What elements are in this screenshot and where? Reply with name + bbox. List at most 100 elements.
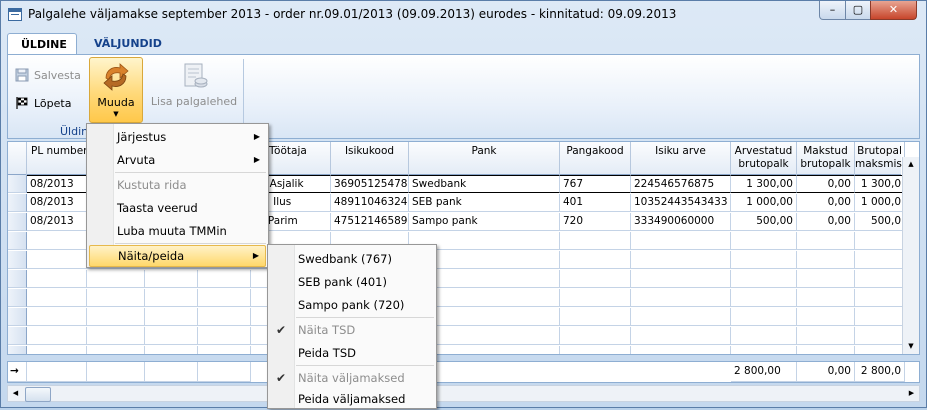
cell-account[interactable] (631, 346, 731, 354)
header-gross-payment[interactable]: Brutopal maksmise (855, 142, 905, 175)
cell-col3[interactable] (145, 346, 198, 354)
vertical-scrollbar[interactable]: ▲ ▼ (902, 157, 919, 354)
cell-gross-payment[interactable] (855, 327, 905, 345)
cell-paid-gross[interactable] (797, 327, 855, 345)
scroll-right-icon[interactable]: ▶ (904, 386, 919, 401)
cell-account[interactable] (631, 270, 731, 288)
cell-col2[interactable] (87, 327, 145, 345)
maximize-button[interactable]: ▢ (845, 1, 871, 20)
cell-calculated-gross[interactable] (731, 270, 797, 288)
cell-pl-number[interactable] (27, 346, 87, 354)
cell-bank-code[interactable] (560, 308, 631, 326)
cell-col2[interactable] (87, 289, 145, 307)
cell-col4[interactable] (198, 346, 251, 354)
cell-gross-payment[interactable] (855, 289, 905, 307)
cell-account[interactable] (631, 289, 731, 307)
cell-pl-number[interactable] (27, 327, 87, 345)
cell-calculated-gross[interactable]: 1 000,00 (731, 194, 797, 212)
minimize-button[interactable]: – (819, 1, 846, 20)
menu-item-luba-muuta[interactable]: Luba muuta TMMin (89, 220, 266, 242)
menu-item-jarjestus[interactable]: Järjestus ▶ (89, 126, 266, 148)
empty-row[interactable] (8, 346, 905, 354)
empty-row[interactable] (8, 308, 905, 326)
cell-account[interactable] (631, 232, 731, 250)
menu-item-arvuta[interactable]: Arvuta ▶ (89, 149, 266, 171)
row-indicator[interactable] (8, 251, 27, 269)
cell-col4[interactable] (198, 270, 251, 288)
header-pl-number[interactable]: PL number (27, 142, 87, 175)
cell-pl-number[interactable]: 08/2013 (27, 213, 87, 231)
empty-row[interactable] (8, 270, 905, 288)
cell-account[interactable] (631, 251, 731, 269)
empty-row[interactable] (8, 289, 905, 307)
cell-account[interactable] (631, 308, 731, 326)
cell-account[interactable] (631, 327, 731, 345)
row-indicator[interactable] (8, 346, 27, 354)
row-indicator[interactable] (8, 213, 27, 231)
cell-calculated-gross[interactable] (731, 251, 797, 269)
cell-bank-code[interactable] (560, 270, 631, 288)
close-button[interactable]: ✕ (870, 1, 917, 20)
cell-pl-number[interactable]: 08/2013 (27, 175, 87, 193)
cell-bank[interactable]: Swedbank (409, 175, 560, 193)
cell-bank-code[interactable]: 720 (560, 213, 631, 231)
cell-paid-gross[interactable]: 0,00 (797, 175, 855, 193)
cell-col3[interactable] (145, 289, 198, 307)
cell-pl-number[interactable] (27, 251, 87, 269)
cell-account[interactable]: 224546576875 (631, 175, 731, 193)
cell-calculated-gross[interactable] (731, 327, 797, 345)
cell-paid-gross[interactable] (797, 346, 855, 354)
add-payslips-button[interactable]: Lisa palgalehed (148, 57, 240, 117)
save-button[interactable]: Salvesta (15, 68, 81, 82)
cell-bank-code[interactable] (560, 346, 631, 354)
cell-col3[interactable] (145, 327, 198, 345)
cell-account[interactable]: 333490060000 (631, 213, 731, 231)
cell-col3[interactable] (145, 308, 198, 326)
cell-gross-payment[interactable]: 500,0 (855, 213, 905, 231)
menu-item-peida-tsd[interactable]: Peida TSD (270, 342, 434, 364)
cell-col2[interactable] (87, 308, 145, 326)
row-indicator[interactable] (8, 175, 27, 193)
row-indicator[interactable] (8, 289, 27, 307)
finish-button[interactable]: Lõpeta (15, 96, 71, 110)
cell-bank[interactable]: Sampo pank (409, 213, 560, 231)
cell-bank-code[interactable] (560, 289, 631, 307)
menu-item-taasta-veerud[interactable]: Taasta veerud (89, 197, 266, 219)
cell-gross-payment[interactable]: 1 000,0 (855, 194, 905, 212)
cell-paid-gross[interactable] (797, 308, 855, 326)
row-indicator[interactable] (8, 194, 27, 212)
cell-gross-payment[interactable] (855, 308, 905, 326)
menu-item-sampo[interactable]: Sampo pank (720) (270, 294, 434, 316)
scroll-up-icon[interactable]: ▲ (903, 157, 919, 172)
cell-col4[interactable] (198, 308, 251, 326)
header-bank[interactable]: Pank (409, 142, 560, 175)
menu-item-naita-tsd[interactable]: ✔ Näita TSD (270, 319, 434, 341)
row-indicator[interactable] (8, 270, 27, 288)
cell-pl-number[interactable] (27, 289, 87, 307)
cell-pl-number[interactable] (27, 308, 87, 326)
menu-item-naita-peida[interactable]: Näita/peida ▶ (89, 245, 266, 267)
cell-calculated-gross[interactable]: 500,00 (731, 213, 797, 231)
tab-valjundid[interactable]: VÄLJUNDID (81, 33, 169, 55)
cell-personal-code[interactable]: 489110463247 (331, 194, 409, 212)
cell-pl-number[interactable] (27, 270, 87, 288)
cell-col4[interactable] (198, 327, 251, 345)
cell-paid-gross[interactable] (797, 270, 855, 288)
menu-item-swedbank[interactable]: Swedbank (767) (270, 248, 434, 270)
header-paid-gross[interactable]: Makstud brutopalk (797, 142, 855, 175)
cell-bank-code[interactable]: 767 (560, 175, 631, 193)
menu-item-naita-valjamaksed[interactable]: ✔ Näita väljamaksed (270, 367, 434, 389)
cell-paid-gross[interactable]: 0,00 (797, 194, 855, 212)
cell-personal-code[interactable]: 369051254787 (331, 175, 409, 193)
cell-calculated-gross[interactable] (731, 289, 797, 307)
cell-bank[interactable]: SEB pank (409, 194, 560, 212)
cell-paid-gross[interactable] (797, 232, 855, 250)
cell-bank-code[interactable]: 401 (560, 194, 631, 212)
cell-col2[interactable] (87, 270, 145, 288)
row-indicator[interactable] (8, 232, 27, 250)
menu-item-kustuta-rida[interactable]: Kustuta rida (89, 174, 266, 196)
cell-gross-payment[interactable] (855, 270, 905, 288)
header-account[interactable]: Isiku arve (631, 142, 731, 175)
menu-item-seb[interactable]: SEB pank (401) (270, 271, 434, 293)
scroll-left-icon[interactable]: ◀ (8, 386, 23, 401)
